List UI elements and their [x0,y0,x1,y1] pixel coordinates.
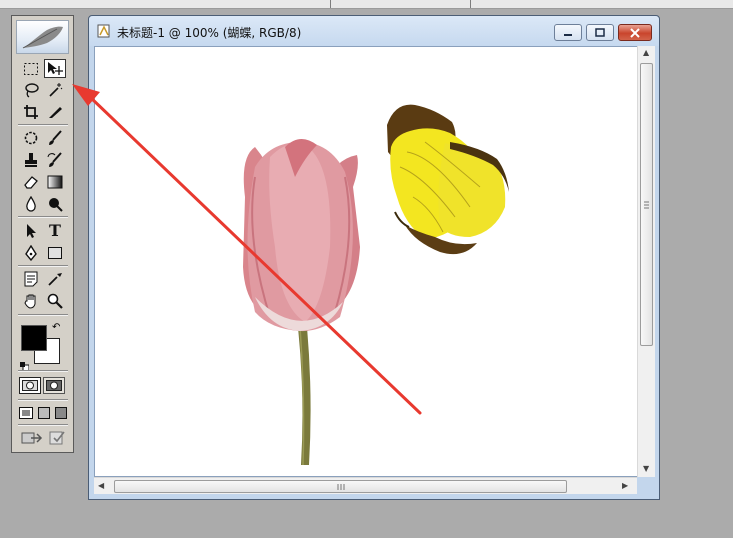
scroll-left-icon[interactable]: ◀ [98,481,104,490]
history-brush-icon [47,151,62,167]
grip-icon [644,201,649,209]
screen-mode-menu-icon [38,406,50,419]
horizontal-scrollbar[interactable]: ◀ ▶ [94,477,637,494]
toolbox-header[interactable] [16,20,69,54]
brush-icon [49,129,62,145]
clone-stamp-icon [25,152,37,167]
type-tool[interactable]: T [44,221,66,240]
imageready-icon [21,432,43,443]
crop-icon [24,104,38,119]
minimize-button[interactable] [554,24,582,41]
zoom-icon [47,293,63,309]
standard-mode-button[interactable] [19,377,41,394]
gradient-tool[interactable] [44,172,66,191]
eyedropper-icon [48,272,62,286]
vertical-scroll-thumb[interactable] [640,63,653,346]
image-canvas[interactable] [94,46,640,477]
screen-mode-menu[interactable] [35,403,53,422]
path-selection-tool[interactable] [20,221,42,240]
zoom-tool[interactable] [44,291,66,310]
shape-tool[interactable] [44,243,66,262]
pen-tool[interactable] [20,243,42,262]
eraser-icon [24,175,38,189]
history-brush-tool[interactable] [44,150,66,169]
marquee-icon [24,62,38,75]
document-window: 未标题-1 @ 100% (蝴蝶, RGB/8) ▲ ▼ ◀ ▶ [88,15,660,500]
blur-tool[interactable] [20,194,42,213]
magic-wand-icon [49,82,63,97]
eyedropper-tool[interactable] [44,269,66,288]
document-titlebar[interactable]: 未标题-1 @ 100% (蝴蝶, RGB/8) [89,16,659,46]
move-tool[interactable] [44,59,66,78]
grip-icon [337,484,344,490]
brush-tool[interactable] [44,128,66,147]
hand-icon [24,294,36,309]
tools-palette: T ↶ [11,15,74,453]
move-icon [48,62,63,75]
standard-mode-icon [22,380,38,391]
screen-mode-standard[interactable] [17,403,35,422]
close-icon [630,27,640,38]
pen-icon [25,244,37,261]
scroll-up-icon[interactable]: ▲ [643,48,649,57]
vertical-scrollbar[interactable]: ▲ ▼ [637,46,655,477]
imageready-edit-icon [49,431,65,444]
healing-brush-tool[interactable] [20,128,42,147]
notes-icon [24,271,38,286]
maximize-button[interactable] [586,24,614,41]
lasso-tool[interactable] [20,80,42,99]
dodge-icon [49,197,63,212]
eraser-tool[interactable] [20,172,42,191]
close-button[interactable] [618,24,652,41]
slice-tool[interactable] [44,102,66,121]
scroll-down-icon[interactable]: ▼ [643,464,649,473]
maximize-icon [595,28,605,37]
quick-mask-button[interactable] [43,377,65,394]
notes-tool[interactable] [20,269,42,288]
tulip-image [243,138,360,466]
swap-colors-icon[interactable]: ↶ [52,322,60,333]
blur-icon [26,195,36,212]
screen-mode-full-icon [55,406,67,419]
options-bar [0,0,733,9]
horizontal-scroll-thumb[interactable] [114,480,567,493]
butterfly-image [387,104,509,255]
slice-icon [49,106,62,118]
foreground-color-swatch[interactable] [21,325,47,351]
dodge-tool[interactable] [44,194,66,213]
crop-tool[interactable] [20,102,42,121]
default-colors-icon[interactable] [20,356,30,372]
type-icon: T [49,220,61,240]
magic-wand-tool[interactable] [44,80,66,99]
scroll-right-icon[interactable]: ▶ [622,481,628,490]
hand-tool[interactable] [20,291,42,310]
feather-icon [22,26,63,49]
jump-to-imageready-button[interactable] [20,428,44,447]
healing-brush-icon [24,131,38,144]
lasso-icon [25,82,39,98]
shape-icon [48,246,62,259]
clone-stamp-tool[interactable] [20,150,42,169]
path-selection-icon [27,223,36,238]
document-icon [97,24,110,38]
quick-mask-icon [46,380,62,391]
screen-mode-full[interactable] [52,403,70,422]
document-title: 未标题-1 @ 100% (蝴蝶, RGB/8) [117,26,302,40]
minimize-icon [564,33,572,36]
screen-mode-standard-icon [19,406,33,419]
marquee-tool[interactable] [20,59,42,78]
gradient-icon [47,175,63,188]
imageready-edit-button[interactable] [46,428,68,447]
